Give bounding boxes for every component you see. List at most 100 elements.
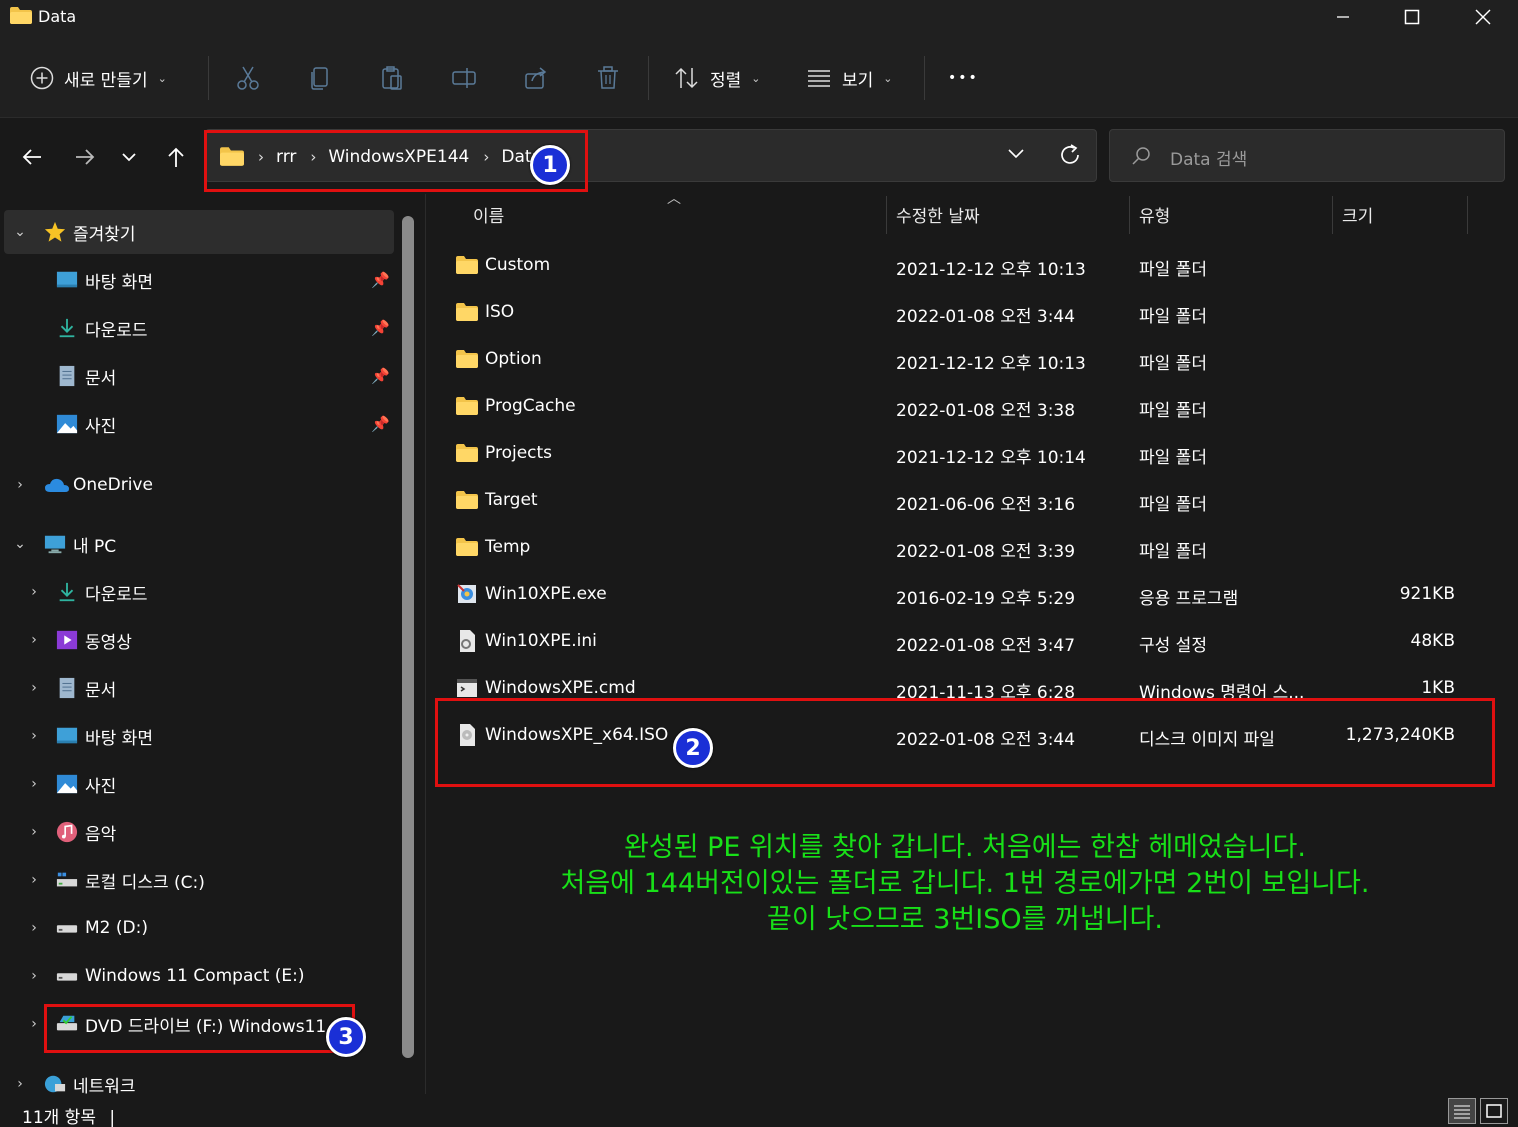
chevron-right-icon[interactable]: › — [26, 968, 42, 984]
nav-favorite-pictures[interactable]: 사진 📌 — [4, 402, 394, 446]
annotation-text: 완성된 PE 위치를 찾아 갑니다. 처음에는 한참 헤메었습니다. 처음에 1… — [430, 830, 1500, 938]
pin-icon[interactable]: 📌 — [371, 319, 390, 337]
details-view-button[interactable] — [1448, 1098, 1476, 1124]
chevron-right-icon[interactable]: › — [26, 728, 42, 744]
nav-pc-drive-d[interactable]: › M2 (D:) — [4, 906, 394, 950]
column-header-size[interactable]: 크기 — [1342, 194, 1373, 234]
delete-icon[interactable] — [592, 62, 624, 94]
chevron-right-icon[interactable]: › — [26, 584, 42, 600]
column-divider[interactable] — [1129, 196, 1130, 234]
nav-pc-drive-e[interactable]: › Windows 11 Compact (E:) — [4, 954, 394, 998]
view-button[interactable]: 보기 ⌄ — [806, 60, 893, 96]
file-type: 파일 폴더 — [1139, 542, 1207, 562]
share-icon[interactable] — [520, 62, 552, 94]
chevron-right-icon[interactable]: › — [26, 872, 42, 888]
recent-locations-button[interactable] — [112, 142, 146, 172]
details-view-icon — [1454, 1105, 1470, 1119]
item-count: 11개 항목 | — [22, 1103, 115, 1127]
divider — [208, 56, 209, 100]
more-options-button[interactable]: ••• — [948, 60, 979, 96]
search-input[interactable]: Data 검색 — [1170, 145, 1247, 170]
nav-this-pc[interactable]: ⌄ 내 PC — [4, 522, 394, 566]
column-header-modified[interactable]: 수정한 날짜 — [896, 194, 980, 234]
text-cursor: | — [109, 1108, 116, 1127]
pictures-icon — [56, 414, 78, 434]
file-row[interactable]: Win10XPE.exe 2016-02-19 오후 5:29 응용 프로그램 921… — [426, 571, 1518, 618]
file-name: Temp — [485, 537, 531, 557]
nav-pc-downloads[interactable]: › 다운로드 — [4, 570, 394, 614]
nav-favorite-documents[interactable]: 문서 📌 — [4, 354, 394, 398]
file-modified: 2021-12-12 오후 10:14 — [896, 448, 1086, 468]
nav-favorite-downloads[interactable]: 다운로드 📌 — [4, 306, 394, 350]
file-row[interactable]: Option 2021-12-12 오후 10:13 파일 폴더 — [426, 336, 1518, 383]
chevron-right-icon[interactable]: › — [26, 776, 42, 792]
nav-onedrive[interactable]: › OneDrive — [4, 463, 394, 507]
nav-label: 동영상 — [85, 632, 132, 653]
nav-pc-pictures[interactable]: › 사진 — [4, 762, 394, 806]
refresh-button[interactable] — [1058, 143, 1082, 172]
file-row[interactable]: Target 2021-06-06 오전 3:16 파일 폴더 — [426, 477, 1518, 524]
pin-icon[interactable]: 📌 — [371, 271, 390, 289]
chevron-right-icon[interactable]: › — [26, 824, 42, 840]
column-divider[interactable] — [1467, 196, 1468, 234]
nav-pc-drive-c[interactable]: › 로컬 디스크 (C:) — [4, 858, 394, 902]
sort-button[interactable]: 정렬 ⌄ — [674, 60, 761, 96]
file-row[interactable]: ProgCache 2022-01-08 오전 3:38 파일 폴더 — [426, 383, 1518, 430]
address-history-button[interactable] — [1006, 146, 1026, 166]
up-button[interactable] — [159, 142, 193, 172]
new-button[interactable]: 새로 만들기 ⌄ — [30, 60, 167, 96]
annotation-line: 끝이 낫으므로 3번ISO를 꺼냅니다. — [767, 904, 1163, 935]
column-divider[interactable] — [1332, 196, 1333, 234]
nav-pc-desktop[interactable]: › 바탕 화면 — [4, 714, 394, 758]
file-modified: 2022-01-08 오전 3:39 — [896, 542, 1076, 562]
folder-icon — [455, 535, 479, 559]
chevron-right-icon[interactable]: › — [26, 920, 42, 936]
divider — [924, 56, 925, 100]
search-box[interactable]: Data 검색 — [1109, 129, 1505, 182]
file-modified: 2016-02-19 오후 5:29 — [896, 589, 1076, 609]
large-icons-view-button[interactable] — [1480, 1098, 1508, 1124]
back-button[interactable] — [15, 142, 49, 172]
column-divider[interactable] — [886, 196, 887, 234]
chevron-down-icon[interactable]: ⌄ — [12, 224, 28, 240]
file-row[interactable]: Temp 2022-01-08 오전 3:39 파일 폴더 — [426, 524, 1518, 571]
cut-icon[interactable] — [232, 62, 264, 94]
nav-label: 내 PC — [73, 536, 117, 557]
file-size: 921KB — [1399, 584, 1455, 604]
chevron-right-icon[interactable]: › — [26, 680, 42, 696]
file-row[interactable]: Projects 2021-12-12 오후 10:14 파일 폴더 — [426, 430, 1518, 477]
forward-button[interactable] — [68, 142, 102, 172]
column-header-name[interactable]: 이름 — [473, 194, 504, 234]
close-button[interactable] — [1448, 0, 1518, 34]
chevron-right-icon[interactable]: › — [26, 632, 42, 648]
maximize-button[interactable] — [1377, 0, 1447, 34]
chevron-right-icon[interactable]: › — [26, 1016, 42, 1032]
title-bar: Data — [0, 0, 1518, 36]
nav-network[interactable]: › 네트워크 — [4, 1062, 394, 1094]
chevron-down-icon[interactable]: ⌄ — [12, 536, 28, 552]
rename-icon[interactable] — [448, 62, 480, 94]
column-header-type[interactable]: 유형 — [1139, 194, 1170, 234]
file-row[interactable]: ISO 2022-01-08 오전 3:44 파일 폴더 — [426, 289, 1518, 336]
file-row[interactable]: Custom 2021-12-12 오후 10:13 파일 폴더 — [426, 242, 1518, 289]
nav-pc-documents[interactable]: › 문서 — [4, 666, 394, 710]
paste-icon[interactable] — [376, 62, 408, 94]
nav-label: M2 (D:) — [85, 918, 148, 938]
copy-icon[interactable] — [304, 62, 336, 94]
sidebar-scrollbar[interactable] — [402, 216, 414, 1058]
nav-label: 바탕 화면 — [85, 272, 153, 293]
file-size: 1KB — [1421, 678, 1455, 698]
minimize-button[interactable] — [1308, 0, 1378, 34]
nav-pc-music[interactable]: › 음악 — [4, 810, 394, 854]
nav-label: 즐겨찾기 — [73, 224, 136, 245]
nav-label: 문서 — [85, 368, 117, 389]
up-arrow-icon — [168, 147, 184, 167]
nav-favorite-desktop[interactable]: 바탕 화면 📌 — [4, 258, 394, 302]
chevron-right-icon[interactable]: › — [12, 1076, 28, 1092]
nav-favorites[interactable]: ⌄ 즐겨찾기 — [4, 210, 394, 254]
pin-icon[interactable]: 📌 — [371, 415, 390, 433]
file-row[interactable]: Win10XPE.ini 2022-01-08 오전 3:47 구성 설정 48KB — [426, 618, 1518, 665]
nav-pc-videos[interactable]: › 동영상 — [4, 618, 394, 662]
chevron-right-icon[interactable]: › — [12, 477, 28, 493]
pin-icon[interactable]: 📌 — [371, 367, 390, 385]
